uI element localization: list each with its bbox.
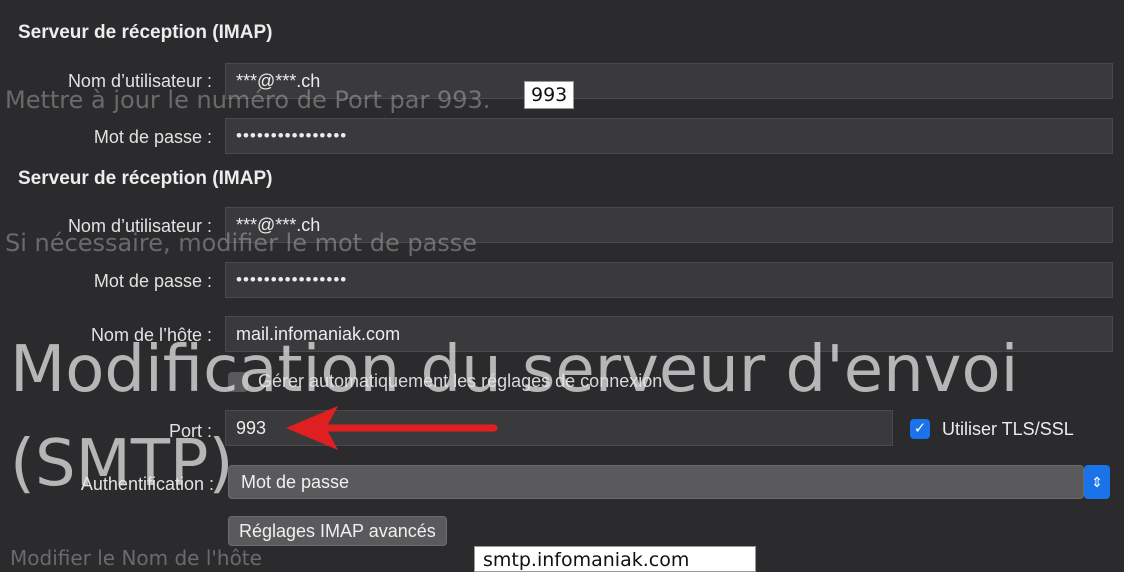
checkmark-icon: ✓	[913, 420, 927, 437]
up-down-chevron-icon: ⇕	[1091, 474, 1103, 490]
auth-select-stepper[interactable]: ⇕	[1084, 465, 1110, 499]
host-tooltip: smtp.infomaniak.com	[474, 546, 756, 572]
section1-password-label: Mot de passe :	[93, 127, 212, 147]
tls-label: Utiliser TLS/SSL	[942, 419, 1074, 439]
ghost-instruction-host: Modifier le Nom de l'hôte	[10, 546, 262, 570]
section1-password-field[interactable]: ••••••••••••••••	[225, 118, 1113, 154]
section1-username-field[interactable]: ***@***.ch	[225, 63, 1113, 99]
auth-select[interactable]: Mot de passe	[228, 465, 1084, 499]
overlay-title-line2: (SMTP)	[10, 427, 234, 501]
section2-password-field[interactable]: ••••••••••••••••	[225, 262, 1113, 298]
advanced-imap-settings-button[interactable]: Réglages IMAP avancés	[228, 516, 447, 546]
section2-password-label: Mot de passe :	[93, 271, 212, 291]
tls-checkbox[interactable]: ✓	[910, 419, 930, 439]
section2-username-field[interactable]: ***@***.ch	[225, 207, 1113, 243]
overlay-title-line1: Modification du serveur d'envoi	[10, 333, 1019, 407]
section2-username-label: Nom d’utilisateur :	[67, 216, 212, 236]
port-tooltip: 993	[524, 81, 575, 109]
section2-heading: Serveur de réception (IMAP)	[18, 168, 273, 189]
section1-heading: Serveur de réception (IMAP)	[18, 22, 273, 43]
red-arrow-icon	[286, 406, 498, 450]
section1-username-label: Nom d’utilisateur :	[67, 71, 212, 91]
